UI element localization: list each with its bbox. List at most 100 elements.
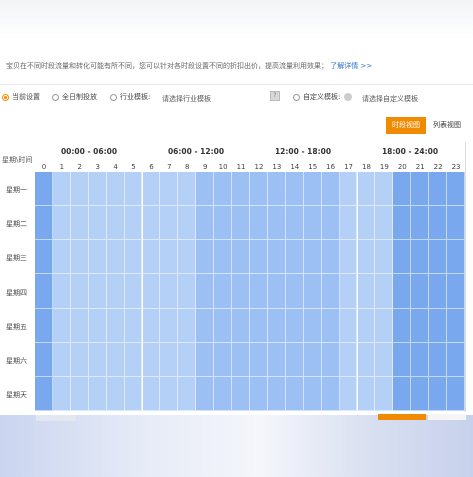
option-industry[interactable]: 行业模板: [110, 92, 150, 102]
schedule-cell[interactable] [447, 240, 465, 275]
schedule-cell[interactable] [52, 376, 71, 411]
schedule-cell[interactable] [88, 206, 107, 241]
schedule-cell[interactable] [303, 172, 322, 207]
schedule-cell[interactable] [232, 308, 250, 343]
schedule-cell[interactable] [52, 274, 71, 309]
schedule-cell[interactable] [160, 342, 179, 377]
schedule-cell[interactable] [411, 376, 430, 411]
schedule-cell[interactable] [106, 376, 125, 411]
schedule-cell[interactable] [178, 342, 197, 377]
schedule-cell[interactable] [267, 240, 286, 275]
schedule-grid[interactable] [35, 172, 465, 411]
schedule-cell[interactable] [124, 206, 143, 241]
schedule-cell[interactable] [447, 308, 465, 343]
schedule-cell[interactable] [160, 172, 179, 207]
schedule-cell[interactable] [142, 240, 161, 275]
schedule-cell[interactable] [375, 240, 394, 275]
schedule-cell[interactable] [375, 172, 394, 207]
schedule-cell[interactable] [232, 172, 250, 207]
schedule-cell[interactable] [339, 240, 358, 275]
schedule-cell[interactable] [196, 342, 215, 377]
schedule-cell[interactable] [52, 308, 71, 343]
schedule-cell[interactable] [447, 342, 465, 377]
schedule-cell[interactable] [447, 172, 465, 207]
schedule-cell[interactable] [232, 274, 250, 309]
schedule-cell[interactable] [70, 240, 89, 275]
radio-custom[interactable] [293, 93, 300, 101]
schedule-cell[interactable] [178, 376, 197, 411]
schedule-cell[interactable] [70, 376, 89, 411]
schedule-cell[interactable] [160, 376, 179, 411]
schedule-cell[interactable] [232, 206, 250, 241]
schedule-cell[interactable] [393, 342, 412, 377]
schedule-cell[interactable] [285, 308, 304, 343]
custom-template-select[interactable]: 请选择自定义模板 [362, 94, 418, 104]
schedule-cell[interactable] [267, 376, 286, 411]
schedule-cell[interactable] [447, 376, 465, 411]
schedule-cell[interactable] [124, 308, 143, 343]
schedule-cell[interactable] [142, 172, 161, 207]
schedule-cell[interactable] [250, 240, 268, 275]
schedule-cell[interactable] [393, 206, 412, 241]
schedule-cell[interactable] [35, 274, 53, 309]
schedule-cell[interactable] [35, 240, 53, 275]
schedule-cell[interactable] [250, 308, 268, 343]
schedule-cell[interactable] [303, 308, 322, 343]
schedule-cell[interactable] [70, 274, 89, 309]
schedule-cell[interactable] [178, 206, 197, 241]
help-icon[interactable] [344, 93, 353, 101]
schedule-cell[interactable] [250, 206, 268, 241]
list-view-button[interactable]: 列表视图 [428, 117, 466, 134]
schedule-cell[interactable] [267, 308, 286, 343]
schedule-cell[interactable] [35, 376, 53, 411]
schedule-cell[interactable] [357, 274, 376, 309]
schedule-cell[interactable] [124, 172, 143, 207]
schedule-cell[interactable] [142, 206, 161, 241]
schedule-cell[interactable] [321, 274, 340, 309]
schedule-cell[interactable] [52, 342, 71, 377]
schedule-cell[interactable] [357, 240, 376, 275]
schedule-cell[interactable] [70, 342, 89, 377]
schedule-cell[interactable] [303, 206, 322, 241]
schedule-cell[interactable] [411, 308, 430, 343]
schedule-cell[interactable] [35, 342, 53, 377]
schedule-cell[interactable] [429, 376, 448, 411]
schedule-cell[interactable] [321, 172, 340, 207]
schedule-cell[interactable] [393, 172, 412, 207]
schedule-cell[interactable] [52, 206, 71, 241]
schedule-cell[interactable] [267, 206, 286, 241]
schedule-cell[interactable] [447, 206, 465, 241]
option-allday[interactable]: 全日制投放 [52, 92, 97, 102]
radio-industry[interactable] [110, 93, 117, 101]
schedule-cell[interactable] [411, 172, 430, 207]
schedule-cell[interactable] [142, 342, 161, 377]
schedule-cell[interactable] [142, 376, 161, 411]
schedule-cell[interactable] [124, 376, 143, 411]
schedule-cell[interactable] [214, 342, 233, 377]
schedule-cell[interactable] [411, 342, 430, 377]
schedule-cell[interactable] [214, 308, 233, 343]
schedule-cell[interactable] [196, 206, 215, 241]
schedule-cell[interactable] [321, 376, 340, 411]
schedule-cell[interactable] [196, 240, 215, 275]
schedule-cell[interactable] [339, 172, 358, 207]
schedule-cell[interactable] [429, 274, 448, 309]
schedule-cell[interactable] [160, 240, 179, 275]
schedule-cell[interactable] [88, 172, 107, 207]
schedule-cell[interactable] [250, 376, 268, 411]
schedule-cell[interactable] [393, 240, 412, 275]
schedule-cell[interactable] [393, 376, 412, 411]
schedule-cell[interactable] [447, 274, 465, 309]
schedule-cell[interactable] [35, 172, 53, 207]
schedule-cell[interactable] [232, 342, 250, 377]
schedule-cell[interactable] [393, 274, 412, 309]
schedule-cell[interactable] [214, 172, 233, 207]
schedule-cell[interactable] [321, 240, 340, 275]
schedule-cell[interactable] [214, 376, 233, 411]
schedule-cell[interactable] [339, 308, 358, 343]
radio-allday[interactable] [52, 93, 59, 101]
schedule-cell[interactable] [196, 376, 215, 411]
schedule-cell[interactable] [375, 376, 394, 411]
schedule-cell[interactable] [35, 206, 53, 241]
schedule-cell[interactable] [285, 172, 304, 207]
